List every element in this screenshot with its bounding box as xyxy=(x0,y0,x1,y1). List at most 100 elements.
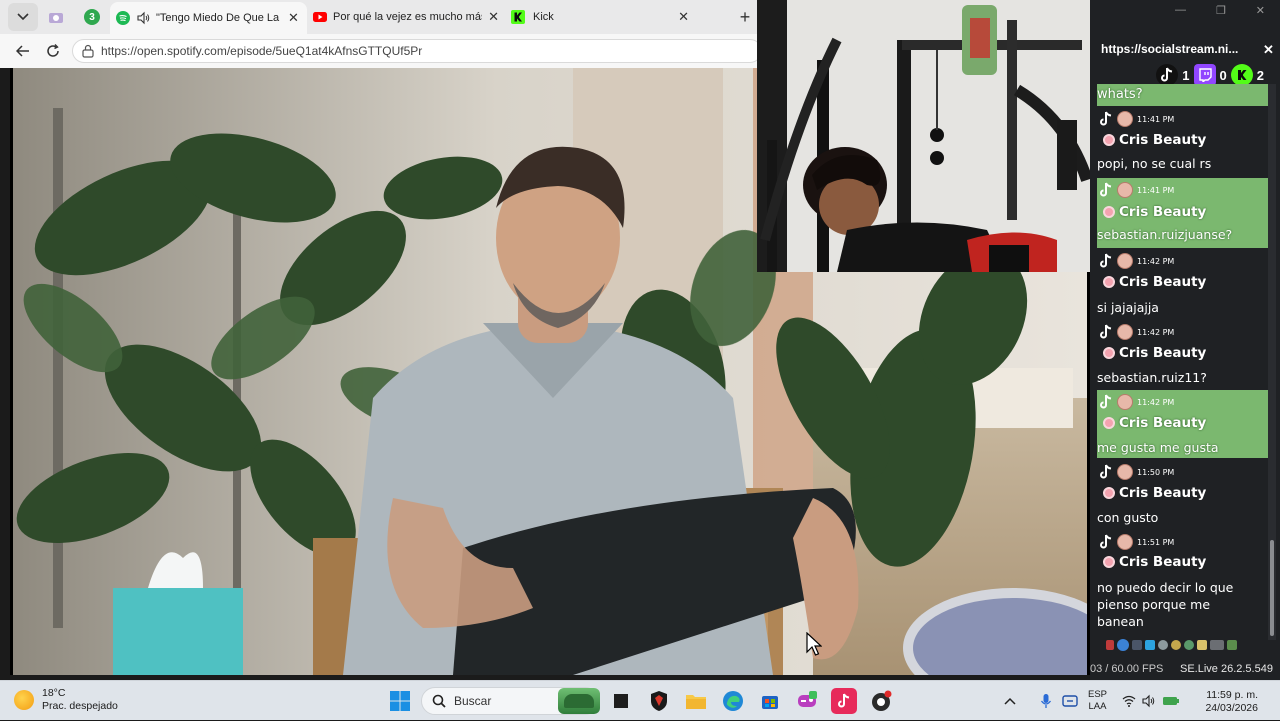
record-icon xyxy=(872,690,892,711)
keyboard-icon[interactable] xyxy=(1210,640,1224,650)
reload-button[interactable] xyxy=(38,37,68,65)
kick-icon xyxy=(511,10,525,24)
tab-pinned-camera[interactable] xyxy=(38,3,74,31)
wifi-icon[interactable] xyxy=(1122,695,1136,707)
chat-close-button[interactable]: ✕ xyxy=(1263,42,1274,58)
chat-bubble-icon[interactable] xyxy=(1117,639,1129,651)
check-icon[interactable] xyxy=(1227,640,1237,650)
chat-message-time: 11:42 PM xyxy=(1137,397,1175,407)
close-icon[interactable]: ✕ xyxy=(678,9,689,25)
chat-feed[interactable]: whats? 11:41 PM Cris Beauty popi, no se … xyxy=(1097,84,1268,640)
chat-message: 11:42 PM Cris Beauty sebastian.ruiz11? xyxy=(1097,320,1268,388)
tab-youtube[interactable]: Por qué la vejez es mucho más feliz ✕ xyxy=(307,3,505,31)
volume-icon[interactable] xyxy=(1142,694,1156,708)
twitch-count: 0 xyxy=(1219,67,1227,83)
tab-pinned-badge[interactable]: 3 xyxy=(74,3,110,31)
taskbar-app-file-explorer[interactable] xyxy=(683,688,709,714)
filter-icon[interactable] xyxy=(1145,640,1155,650)
taskbar-app-edge[interactable] xyxy=(720,688,746,714)
taskbar-app-recorder[interactable] xyxy=(868,688,894,714)
globe-icon[interactable] xyxy=(1184,640,1194,650)
chat-message-author: Cris Beauty xyxy=(1119,274,1207,290)
tiktok-icon xyxy=(1100,182,1112,197)
tab-strip: 3 "Tengo Miedo De Que La Vida ✕ Por qué … xyxy=(0,0,757,34)
taskbar-app-game[interactable] xyxy=(794,688,820,714)
avatar xyxy=(1117,324,1133,340)
tiktok-icon xyxy=(838,693,850,708)
bell-icon[interactable] xyxy=(1132,640,1142,650)
taskbar-app-store[interactable] xyxy=(757,688,783,714)
face-icon[interactable] xyxy=(1171,640,1181,650)
tag-icon[interactable] xyxy=(1197,640,1207,650)
chat-message-time: 11:42 PM xyxy=(1137,256,1175,266)
tiktok-icon xyxy=(1156,64,1179,86)
tab-spotify[interactable]: "Tengo Miedo De Que La Vida ✕ xyxy=(110,2,307,34)
taskbar-app-shield[interactable] xyxy=(646,688,672,714)
kick-icon xyxy=(1230,64,1253,86)
badge-icon: 3 xyxy=(84,9,100,25)
app-tray-icon[interactable] xyxy=(1062,694,1078,708)
chat-message-time: 11:51 PM xyxy=(1137,537,1175,547)
maximize-icon[interactable]: ❐ xyxy=(1216,4,1226,17)
language-indicator[interactable]: ESP LAA xyxy=(1088,689,1107,713)
twitch-icon xyxy=(1193,64,1216,86)
chevron-up-icon[interactable] xyxy=(1004,697,1016,705)
store-icon xyxy=(762,696,778,709)
camera-icon xyxy=(49,13,63,23)
windows-start-icon[interactable] xyxy=(389,690,411,712)
nav-bar: https://open.spotify.com/episode/5ueQ1at… xyxy=(0,34,762,68)
chat-message-text: popi, no se cual rs xyxy=(1097,156,1212,171)
mouse-cursor-icon xyxy=(806,632,822,656)
edge-icon xyxy=(723,691,743,711)
weather-temperature: 18°C xyxy=(42,687,66,699)
heart-badge-icon xyxy=(1103,487,1115,499)
windows-taskbar: 18°C Prac. despejado Buscar ESP LAA 11:5… xyxy=(0,680,1280,720)
tab-kick-label: Kick xyxy=(533,11,554,23)
keyboard-layout: LAA xyxy=(1088,701,1107,712)
chat-scrollbar-thumb[interactable] xyxy=(1270,540,1274,636)
kick-count: 2 xyxy=(1256,67,1264,83)
face-icon[interactable] xyxy=(1158,640,1168,650)
minimize-icon[interactable]: ― xyxy=(1175,4,1186,16)
shield-icon xyxy=(651,691,667,711)
taskbar-app-landscape[interactable] xyxy=(558,688,600,714)
system-clock[interactable]: 11:59 p. m. 24/03/2026 xyxy=(1194,689,1258,715)
chat-message-text: sebastian.ruiz11? xyxy=(1097,370,1207,385)
speaker-icon[interactable] xyxy=(136,11,150,25)
tiktok-icon xyxy=(1100,464,1112,479)
chat-message-text: me gusta me gusta xyxy=(1097,440,1219,455)
clock-date: 24/03/2026 xyxy=(1205,702,1258,714)
chevron-down-icon xyxy=(17,13,29,21)
chat-message: 11:50 PM Cris Beauty con gusto xyxy=(1097,460,1268,528)
tab-kick[interactable]: Kick ✕ xyxy=(505,3,695,31)
taskbar-app-task-view[interactable] xyxy=(608,688,634,714)
close-icon[interactable]: ✕ xyxy=(288,10,299,26)
chat-message: 11:42 PM Cris Beauty si jajajajja xyxy=(1097,250,1268,318)
tab-search-button[interactable] xyxy=(8,3,38,31)
tiktok-count: 1 xyxy=(1182,67,1190,83)
site-info-icon[interactable] xyxy=(81,44,95,58)
chat-message-author: Cris Beauty xyxy=(1119,485,1207,501)
tab-spotify-label: "Tengo Miedo De Que La Vida xyxy=(156,12,282,24)
chat-message-author: Cris Beauty xyxy=(1119,132,1207,148)
game-controller-icon xyxy=(798,691,817,707)
chat-message-text: si jajajajja xyxy=(1097,300,1159,315)
tiktok-icon xyxy=(1100,253,1112,268)
microphone-icon[interactable] xyxy=(1040,693,1052,709)
avatar xyxy=(1117,182,1133,198)
folder-icon xyxy=(686,695,706,709)
pause-icon[interactable] xyxy=(1106,640,1114,650)
browser-window: 3 "Tengo Miedo De Que La Vida ✕ Por qué … xyxy=(0,0,762,68)
back-button[interactable] xyxy=(8,37,38,65)
taskbar-app-tiktok[interactable] xyxy=(831,688,857,714)
window-controls: ― ❐ ✕ xyxy=(1160,0,1280,20)
close-icon[interactable]: ✕ xyxy=(488,9,499,25)
clock-time: 11:59 p. m. xyxy=(1206,689,1258,701)
close-icon[interactable]: ✕ xyxy=(1256,4,1265,17)
weather-widget[interactable]: 18°C Prac. despejado xyxy=(14,687,118,713)
new-tab-button[interactable]: + xyxy=(733,5,757,29)
chat-message-time: 11:50 PM xyxy=(1137,467,1175,477)
avatar xyxy=(1117,111,1133,127)
address-bar[interactable]: https://open.spotify.com/episode/5ueQ1at… xyxy=(72,39,762,63)
battery-icon[interactable] xyxy=(1162,695,1180,707)
